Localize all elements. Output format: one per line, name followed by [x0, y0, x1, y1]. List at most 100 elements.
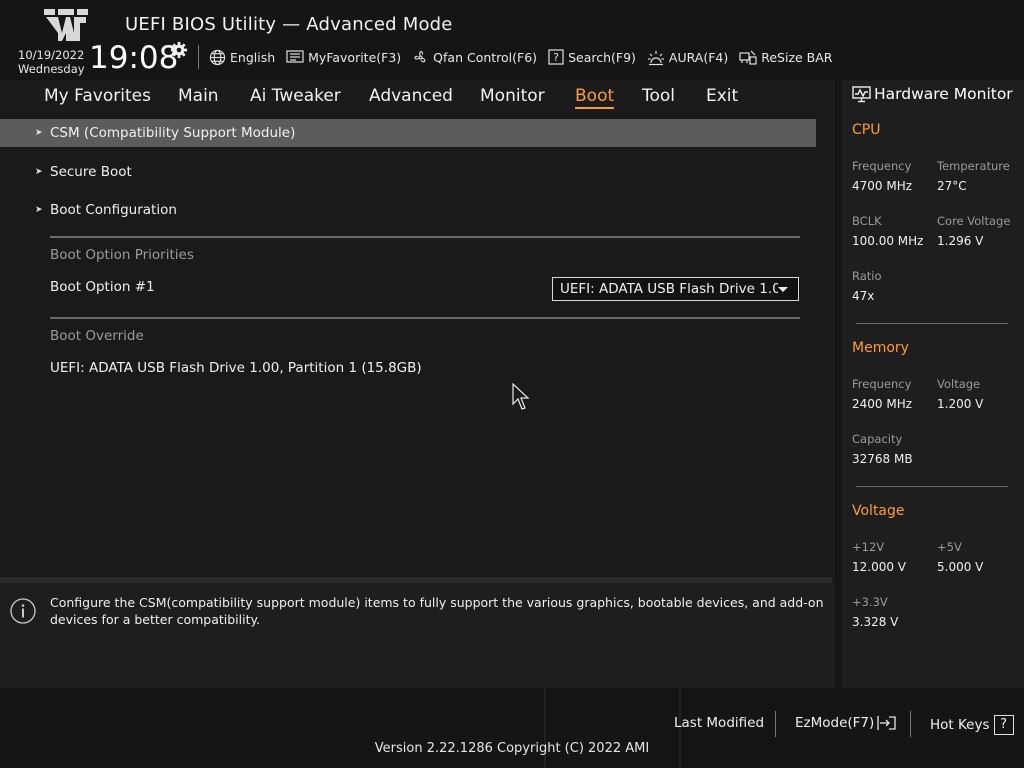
- globe-icon: [209, 49, 226, 65]
- aura-icon: [647, 50, 664, 65]
- chevron-right-icon: ➤: [35, 128, 43, 138]
- version-text: Version 2.22.1286 Copyright (C) 2022 AMI: [374, 741, 650, 756]
- boot-override-heading: Boot Override: [50, 328, 144, 344]
- info-icon: [10, 598, 36, 624]
- section-divider: [50, 317, 800, 319]
- language-label: English: [230, 49, 276, 65]
- cpu-frequency-value: 4700 MHz: [852, 179, 913, 193]
- hot-keys-button[interactable]: Hot Keys ?: [930, 715, 1014, 735]
- tuf-logo: [44, 9, 88, 41]
- v5-value: 5.000 V: [937, 560, 984, 574]
- menu-item-csm[interactable]: ➤ CSM (Compatibility Support Module): [0, 119, 816, 147]
- tab-exit[interactable]: Exit: [706, 86, 738, 106]
- v33-label: +3.3V: [852, 595, 888, 609]
- resize-bar-button[interactable]: ReSize BAR: [739, 49, 833, 66]
- menu-item-label: Boot Configuration: [50, 202, 177, 218]
- voltage-heading: Voltage: [852, 503, 905, 519]
- tab-advanced[interactable]: Advanced: [369, 86, 453, 106]
- boot-option-priorities-heading: Boot Option Priorities: [50, 247, 194, 263]
- capacity-label: Capacity: [852, 432, 903, 446]
- tab-boot[interactable]: Boot: [575, 86, 615, 109]
- capacity-value: 32768 MB: [852, 452, 913, 466]
- menu-item-label: CSM (Compatibility Support Module): [50, 125, 296, 141]
- ratio-value: 47x: [852, 289, 875, 303]
- memory-frequency-label: Frequency: [852, 377, 912, 391]
- core-voltage-label: Core Voltage: [937, 214, 1011, 228]
- ezmode-label: EzMode(F7): [795, 715, 875, 731]
- tab-ai-tweaker[interactable]: Ai Tweaker: [250, 86, 341, 106]
- aura-label: AURA(F4): [668, 49, 729, 65]
- help-key-icon: ?: [993, 715, 1014, 735]
- chevron-right-icon: ➤: [35, 167, 43, 177]
- main-nav: My Favorites Main Ai Tweaker Advanced Mo…: [0, 80, 835, 112]
- v33-value: 3.328 V: [852, 615, 899, 629]
- memory-voltage-value: 1.200 V: [937, 397, 984, 411]
- memory-heading: Memory: [852, 340, 909, 356]
- weekday-text: Wednesday: [18, 62, 85, 76]
- fan-icon: [414, 50, 426, 62]
- date-display: 10/19/2022 Wednesday: [18, 48, 85, 76]
- ezmode-button[interactable]: EzMode(F7): [795, 715, 898, 731]
- boot-override-item[interactable]: UEFI: ADATA USB Flash Drive 1.00, Partit…: [50, 360, 422, 376]
- resize-bar-icon: [739, 50, 757, 65]
- bclk-value: 100.00 MHz: [852, 234, 924, 248]
- myfavorite-button[interactable]: MyFavorite(F3): [286, 50, 401, 65]
- hot-keys-label: Hot Keys: [930, 717, 990, 733]
- tab-monitor[interactable]: Monitor: [480, 86, 545, 106]
- memory-frequency-value: 2400 MHz: [852, 397, 913, 411]
- boot-option-1-select[interactable]: UEFI: ADATA USB Flash Drive 1.00: [552, 277, 799, 301]
- header-divider: [198, 45, 199, 69]
- boot-option-1-label: Boot Option #1: [50, 279, 155, 295]
- core-voltage-value: 1.296 V: [937, 234, 984, 248]
- myfavorite-label: MyFavorite(F3): [308, 49, 402, 65]
- app-title: UEFI BIOS Utility — Advanced Mode: [125, 14, 453, 35]
- ratio-label: Ratio: [852, 269, 882, 283]
- cpu-frequency-label: Frequency: [852, 159, 912, 173]
- qfan-control-label: Qfan Control(F6): [433, 49, 538, 65]
- toolbar: English MyFavorite(F3) Qfan Control(F6) …: [209, 47, 844, 67]
- v5-label: +5V: [937, 540, 962, 554]
- tab-tool[interactable]: Tool: [642, 86, 675, 106]
- v12-value: 12.000 V: [852, 560, 907, 574]
- last-modified-button[interactable]: Last Modified: [674, 715, 764, 731]
- cpu-temperature-value: 27°C: [937, 179, 967, 193]
- qfan-control-button[interactable]: Qfan Control(F6): [412, 49, 537, 66]
- footer-divider: [775, 711, 776, 737]
- exit-arrow-icon: [877, 716, 896, 730]
- help-panel: Configure the CSM(compatibility support …: [0, 583, 835, 688]
- mouse-cursor-icon: [512, 383, 530, 410]
- date-text: 10/19/2022: [18, 48, 85, 62]
- hardware-monitor-label: Hardware Monitor: [874, 85, 1013, 103]
- menu-item-secure-boot[interactable]: ➤ Secure Boot: [0, 158, 816, 186]
- chevron-down-icon: [778, 286, 788, 292]
- section-divider: [50, 236, 800, 238]
- menu-item-boot-configuration[interactable]: ➤ Boot Configuration: [0, 196, 816, 224]
- search-button[interactable]: ? Search(F9): [548, 49, 636, 65]
- resize-bar-label: ReSize BAR: [761, 49, 833, 65]
- gear-icon[interactable]: [170, 41, 188, 59]
- v12-label: +12V: [852, 540, 885, 554]
- tab-main[interactable]: Main: [178, 86, 219, 106]
- footer-bar: Last Modified EzMode(F7) Hot Keys ? Vers…: [0, 688, 1024, 768]
- language-button[interactable]: English: [209, 49, 275, 66]
- hw-divider: [856, 323, 1008, 324]
- boot-option-1-value: UEFI: ADATA USB Flash Drive 1.00: [560, 281, 778, 297]
- clock-time[interactable]: 19:08: [89, 40, 178, 76]
- chevron-right-icon: ➤: [35, 205, 43, 215]
- hardware-monitor-title: Hardware Monitor: [852, 85, 1013, 103]
- search-label: Search(F9): [568, 49, 636, 65]
- hw-divider: [856, 486, 1008, 487]
- footer-divider: [910, 711, 911, 737]
- svg-text:?: ?: [553, 51, 559, 64]
- aura-button[interactable]: AURA(F4): [647, 49, 728, 66]
- search-icon: ?: [548, 49, 564, 65]
- cpu-heading: CPU: [852, 122, 881, 138]
- memory-voltage-label: Voltage: [937, 377, 981, 391]
- monitor-icon: [852, 85, 871, 102]
- favorite-icon: [286, 50, 304, 63]
- hardware-monitor-panel: Hardware Monitor CPU Frequency Temperatu…: [842, 80, 1024, 688]
- menu-item-label: Secure Boot: [50, 164, 132, 180]
- cpu-temperature-label: Temperature: [937, 159, 1010, 173]
- tab-my-favorites[interactable]: My Favorites: [44, 86, 151, 106]
- help-text: Configure the CSM(compatibility support …: [50, 595, 824, 627]
